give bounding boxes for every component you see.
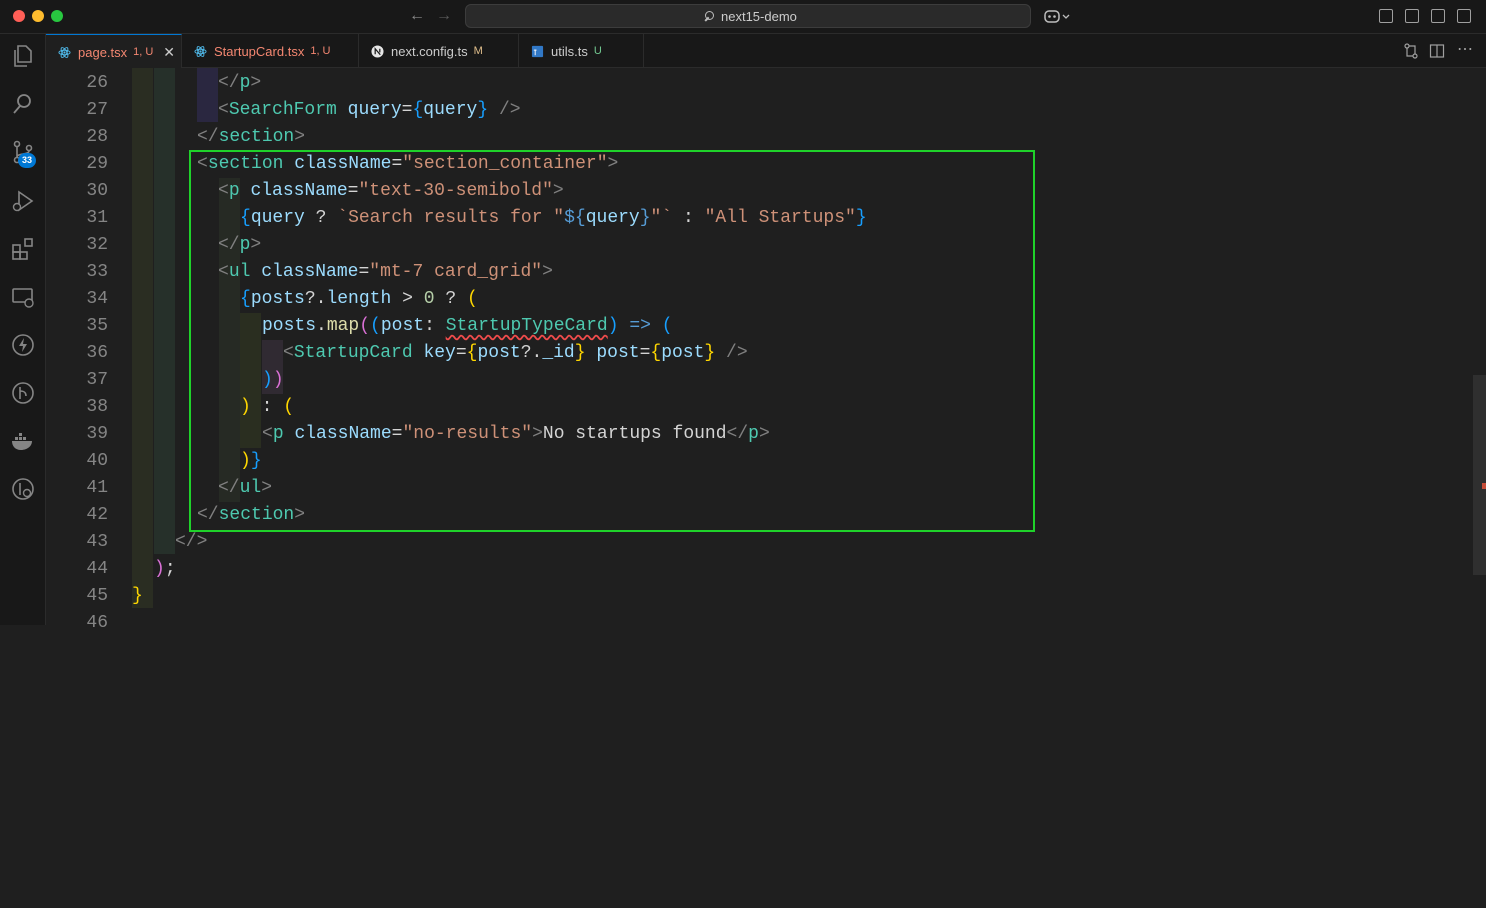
git-history-icon[interactable] <box>10 476 36 502</box>
line-number: 35 <box>86 316 108 336</box>
line-number: 39 <box>86 424 108 444</box>
activity-bar: 33 <box>0 34 46 625</box>
line-number: 27 <box>86 100 108 120</box>
toggle-panel-icon[interactable] <box>1431 9 1445 23</box>
run-debug-icon[interactable] <box>10 188 36 214</box>
tab-label: next.config.ts <box>391 43 468 59</box>
split-editor-icon[interactable] <box>1429 43 1445 59</box>
open-changes-icon[interactable] <box>1403 43 1419 59</box>
code-line: ); <box>154 559 176 579</box>
line-number: 43 <box>86 532 108 552</box>
line-number: 45 <box>86 586 108 606</box>
line-number: 26 <box>86 73 108 93</box>
git-graph-icon[interactable] <box>10 380 36 406</box>
tab-status: 1, U <box>310 45 331 57</box>
copilot-icon[interactable] <box>1044 8 1070 26</box>
toggle-primary-sidebar-icon[interactable] <box>1405 9 1419 23</box>
line-number: 31 <box>86 208 108 228</box>
explorer-icon[interactable] <box>10 43 36 69</box>
remote-explorer-icon[interactable] <box>10 284 36 310</box>
more-actions-icon[interactable]: ⋯ <box>1457 39 1473 58</box>
scrollbar-error-marker <box>1482 483 1486 489</box>
line-number: 33 <box>86 262 108 282</box>
source-control-badge: 33 <box>18 153 36 168</box>
line-number: 46 <box>86 613 108 633</box>
toggle-secondary-sidebar-icon[interactable] <box>1457 9 1471 23</box>
line-number: 28 <box>86 127 108 147</box>
tab-label: page.tsx <box>78 44 128 60</box>
vertical-scrollbar-thumb[interactable] <box>1473 375 1486 575</box>
tab-status: 1, U <box>133 46 154 58</box>
window-maximize-button[interactable] <box>51 10 63 22</box>
line-number: 41 <box>86 478 108 498</box>
back-arrow-icon[interactable]: ← <box>409 7 425 25</box>
tab-label: utils.ts <box>551 43 588 59</box>
editor-tab-bar: page.tsx 1, U ✕ StartupCard.tsx 1, U nex… <box>46 34 1486 69</box>
line-number: 44 <box>86 559 108 579</box>
tab-status: U <box>593 45 602 57</box>
line-number: 38 <box>86 397 108 417</box>
react-file-icon <box>58 46 71 58</box>
highlight-selection-box <box>189 150 1035 532</box>
lightning-icon[interactable] <box>10 332 36 358</box>
line-number: 42 <box>86 505 108 525</box>
typescript-file-icon <box>531 45 544 57</box>
docker-icon[interactable] <box>10 428 36 454</box>
layout-controls-icon[interactable] <box>1379 9 1393 23</box>
tab-utils-ts[interactable]: utils.ts U <box>519 34 644 68</box>
code-editor[interactable]: 26 27 28 29 30 31 32 33 34 35 36 37 38 3… <box>46 68 1486 633</box>
code-line: </> <box>175 532 208 552</box>
code-line: </p> <box>218 73 262 93</box>
code-line: </section> <box>197 127 306 147</box>
line-number: 34 <box>86 289 108 309</box>
search-icon <box>704 10 716 23</box>
forward-arrow-icon[interactable]: → <box>436 7 452 25</box>
search-icon[interactable] <box>10 91 36 117</box>
title-bar: ← → next15-demo <box>0 0 1486 34</box>
tab-label: StartupCard.tsx <box>214 43 305 59</box>
react-file-icon <box>194 45 207 57</box>
window-close-button[interactable] <box>13 10 25 22</box>
tab-startupcard-tsx[interactable]: StartupCard.tsx 1, U <box>182 34 359 68</box>
extensions-icon[interactable] <box>10 236 36 262</box>
close-icon[interactable]: ✕ <box>163 44 175 61</box>
line-number: 37 <box>86 370 108 390</box>
line-number: 29 <box>86 154 108 174</box>
search-label: next15-demo <box>721 9 797 24</box>
tab-page-tsx[interactable]: page.tsx 1, U ✕ <box>46 34 182 69</box>
window-minimize-button[interactable] <box>32 10 44 22</box>
code-line: <SearchForm query={query} /> <box>218 100 521 120</box>
command-center-search[interactable]: next15-demo <box>465 4 1031 28</box>
tab-status: M <box>473 45 483 57</box>
line-number-gutter: 26 27 28 29 30 31 32 33 34 35 36 37 38 3… <box>46 68 108 633</box>
nextjs-file-icon <box>371 44 384 58</box>
tab-next-config-ts[interactable]: next.config.ts M <box>359 34 519 68</box>
line-number: 36 <box>86 343 108 363</box>
line-number: 32 <box>86 235 108 255</box>
code-line: } <box>132 586 143 606</box>
line-number: 40 <box>86 451 108 471</box>
line-number: 30 <box>86 181 108 201</box>
